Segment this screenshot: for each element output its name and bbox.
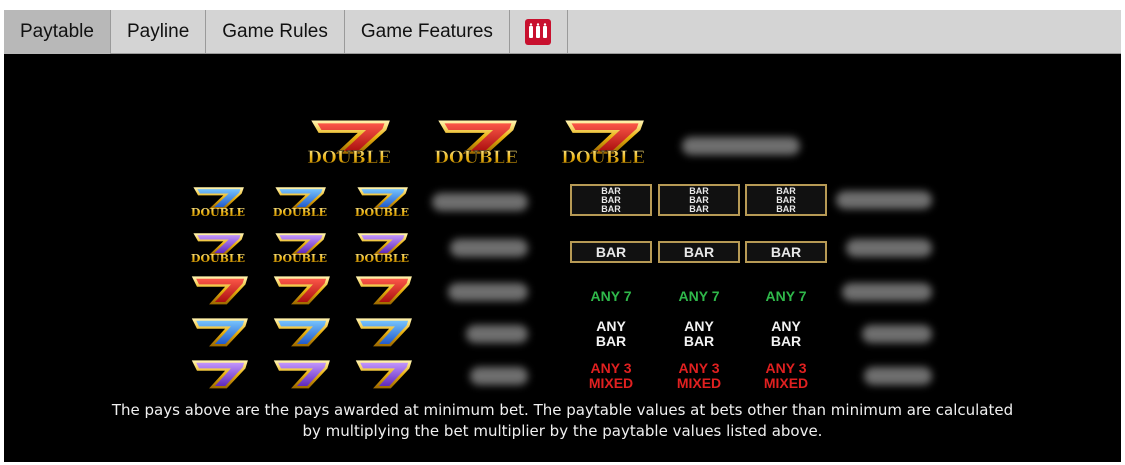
triple-bar-icon: BAR BAR BAR: [570, 184, 652, 221]
purple-double-seven-icon: DOUBLE: [262, 232, 338, 269]
any-three-mixed-symbol: ANY 3 MIXED: [753, 361, 819, 391]
any3-line1: ANY 3: [765, 360, 807, 376]
gold-double-seven-icon: DOUBLE: [542, 118, 664, 171]
blue-double-seven-icon: DOUBLE: [262, 186, 338, 223]
any-three-mixed-symbol: ANY 3 MIXED: [666, 361, 732, 391]
svg-text:DOUBLE: DOUBLE: [191, 206, 245, 218]
payout-value-hidden: [864, 367, 932, 385]
any3-line2: MIXED: [588, 375, 634, 391]
purple-seven-icon: [262, 359, 338, 394]
single-bar-icon: BAR: [658, 241, 740, 268]
gold-double-seven-icon: DOUBLE: [288, 118, 410, 171]
single-bar-icon: BAR: [745, 241, 827, 268]
svg-text:DOUBLE: DOUBLE: [307, 148, 391, 166]
any-bar-line2: BAR: [770, 333, 802, 349]
red-seven-icon: [262, 275, 338, 310]
payout-value-hidden: [862, 325, 932, 343]
paytable-footnote: The pays above are the pays awarded at m…: [4, 400, 1121, 442]
any-bar-line2: BAR: [683, 333, 715, 349]
svg-text:DOUBLE: DOUBLE: [191, 252, 245, 264]
purple-double-seven-icon: DOUBLE: [180, 232, 256, 269]
svg-text:DOUBLE: DOUBLE: [273, 206, 327, 218]
svg-text:DOUBLE: DOUBLE: [273, 252, 327, 264]
blue-double-seven-icon: DOUBLE: [344, 186, 420, 223]
red-seven-icon: [344, 275, 420, 310]
any3-line2: MIXED: [676, 375, 722, 391]
any-bar-line1: ANY: [596, 318, 626, 334]
purple-seven-icon: [180, 359, 256, 394]
svg-text:BAR: BAR: [776, 204, 796, 214]
payout-value-hidden: [448, 283, 528, 301]
tab-paytable[interactable]: Paytable: [4, 10, 111, 54]
any-three-mixed-symbol: ANY 3 MIXED: [578, 361, 644, 391]
svg-text:BAR: BAR: [601, 204, 621, 214]
svg-text:DOUBLE: DOUBLE: [434, 148, 518, 166]
paytable-content: DOUBLE DOUBLE DOUBLE DOUBLE DOUBLE DOUBL…: [4, 55, 1121, 462]
payout-value-hidden: [846, 239, 932, 257]
payout-value-hidden: [466, 325, 528, 343]
svg-text:DOUBLE: DOUBLE: [355, 206, 409, 218]
gold-double-seven-icon: DOUBLE: [415, 118, 537, 171]
any-seven-symbol: ANY 7: [590, 288, 632, 304]
tab-game-features[interactable]: Game Features: [345, 10, 510, 54]
svg-text:BAR: BAR: [596, 244, 626, 260]
any3-line2: MIXED: [763, 375, 809, 391]
tab-game-rules[interactable]: Game Rules: [206, 10, 345, 54]
blue-double-seven-icon: DOUBLE: [180, 186, 256, 223]
any-bar-line1: ANY: [684, 318, 714, 334]
any-bar-line1: ANY: [771, 318, 801, 334]
svg-text:BAR: BAR: [689, 204, 709, 214]
any3-line1: ANY 3: [590, 360, 632, 376]
dwg-logo-icon: [525, 19, 552, 45]
footnote-line1: The pays above are the pays awarded at m…: [111, 401, 1014, 419]
purple-double-seven-icon: DOUBLE: [344, 232, 420, 269]
payout-value-hidden: [682, 137, 800, 155]
any-seven-symbol: ANY 7: [678, 288, 720, 304]
any-seven-symbol: ANY 7: [765, 288, 807, 304]
any-bar-line2: BAR: [595, 333, 627, 349]
svg-text:BAR: BAR: [684, 244, 714, 260]
blue-seven-icon: [180, 317, 256, 352]
triple-bar-icon: BAR BAR BAR: [658, 184, 740, 221]
blue-seven-icon: [262, 317, 338, 352]
any-bar-symbol: ANY BAR: [753, 319, 819, 349]
any-bar-symbol: ANY BAR: [578, 319, 644, 349]
tab-payline[interactable]: Payline: [111, 10, 207, 54]
single-bar-icon: BAR: [570, 241, 652, 268]
any3-line1: ANY 3: [678, 360, 720, 376]
svg-text:DOUBLE: DOUBLE: [561, 148, 645, 166]
payout-value-hidden: [836, 191, 932, 209]
triple-bar-icon: BAR BAR BAR: [745, 184, 827, 221]
payout-value-hidden: [470, 367, 528, 385]
tab-logo[interactable]: [510, 10, 568, 54]
svg-text:BAR: BAR: [771, 244, 801, 260]
footnote-line2: by multiplying the bet multiplier by the…: [302, 422, 823, 440]
tab-bar: Paytable Payline Game Rules Game Feature…: [4, 10, 1121, 54]
payout-value-hidden: [842, 283, 932, 301]
blue-seven-icon: [344, 317, 420, 352]
payout-value-hidden: [432, 193, 528, 211]
red-seven-icon: [180, 275, 256, 310]
payout-value-hidden: [450, 239, 528, 257]
any-bar-symbol: ANY BAR: [666, 319, 732, 349]
paytable-window: Paytable Payline Game Rules Game Feature…: [4, 10, 1121, 462]
purple-seven-icon: [344, 359, 420, 394]
svg-text:DOUBLE: DOUBLE: [355, 252, 409, 264]
